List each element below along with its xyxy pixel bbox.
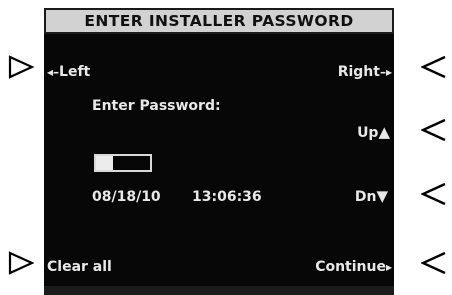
left-pointer-icon: [8, 251, 34, 275]
lcd-screen: ENTER INSTALLER PASSWORD ◂– Left Right –…: [44, 8, 394, 295]
right-softkey[interactable]: Right –▸: [338, 65, 392, 79]
left-pointer-icon: [8, 55, 34, 79]
date-readout: 08/18/10: [92, 190, 161, 204]
screen-bottom-band: [44, 286, 394, 295]
page-title: ENTER INSTALLER PASSWORD: [84, 12, 354, 30]
up-softkey-label: Up: [357, 124, 379, 141]
date-text: 08/18/10: [92, 189, 161, 205]
up-softkey[interactable]: Up ▲: [357, 125, 390, 140]
password-entry-field[interactable]: [94, 154, 152, 172]
left-softkey[interactable]: ◂– Left: [47, 65, 90, 79]
password-entry-fill: [96, 156, 114, 170]
right-pointer-icon: [421, 182, 447, 206]
password-prompt: Enter Password:: [92, 99, 221, 113]
left-arrow-icon: ◂–: [47, 65, 60, 79]
right-arrow-icon: –▸: [379, 65, 392, 79]
title-bar: ENTER INSTALLER PASSWORD: [44, 8, 394, 34]
right-pointer-icon: [421, 251, 447, 275]
left-softkey-label: Left: [59, 64, 91, 80]
down-softkey[interactable]: Dn ▼: [355, 189, 388, 204]
continue-label: Continue: [315, 259, 386, 275]
right-pointer-icon: [421, 118, 447, 142]
time-text: 13:06:36: [192, 189, 262, 205]
right-pointer-icon: [421, 55, 447, 79]
clear-all-softkey[interactable]: Clear all: [47, 260, 112, 274]
down-softkey-label: Dn: [354, 188, 377, 205]
password-prompt-text: Enter Password:: [92, 98, 221, 114]
right-softkey-label: Right: [337, 64, 380, 80]
time-readout: 13:06:36: [192, 190, 262, 204]
continue-softkey[interactable]: Continue ▸: [315, 260, 392, 274]
clear-all-label: Clear all: [47, 259, 112, 275]
down-triangle-icon: ▼: [376, 187, 388, 205]
up-triangle-icon: ▲: [378, 123, 390, 141]
continue-arrow-icon: ▸: [385, 260, 392, 274]
